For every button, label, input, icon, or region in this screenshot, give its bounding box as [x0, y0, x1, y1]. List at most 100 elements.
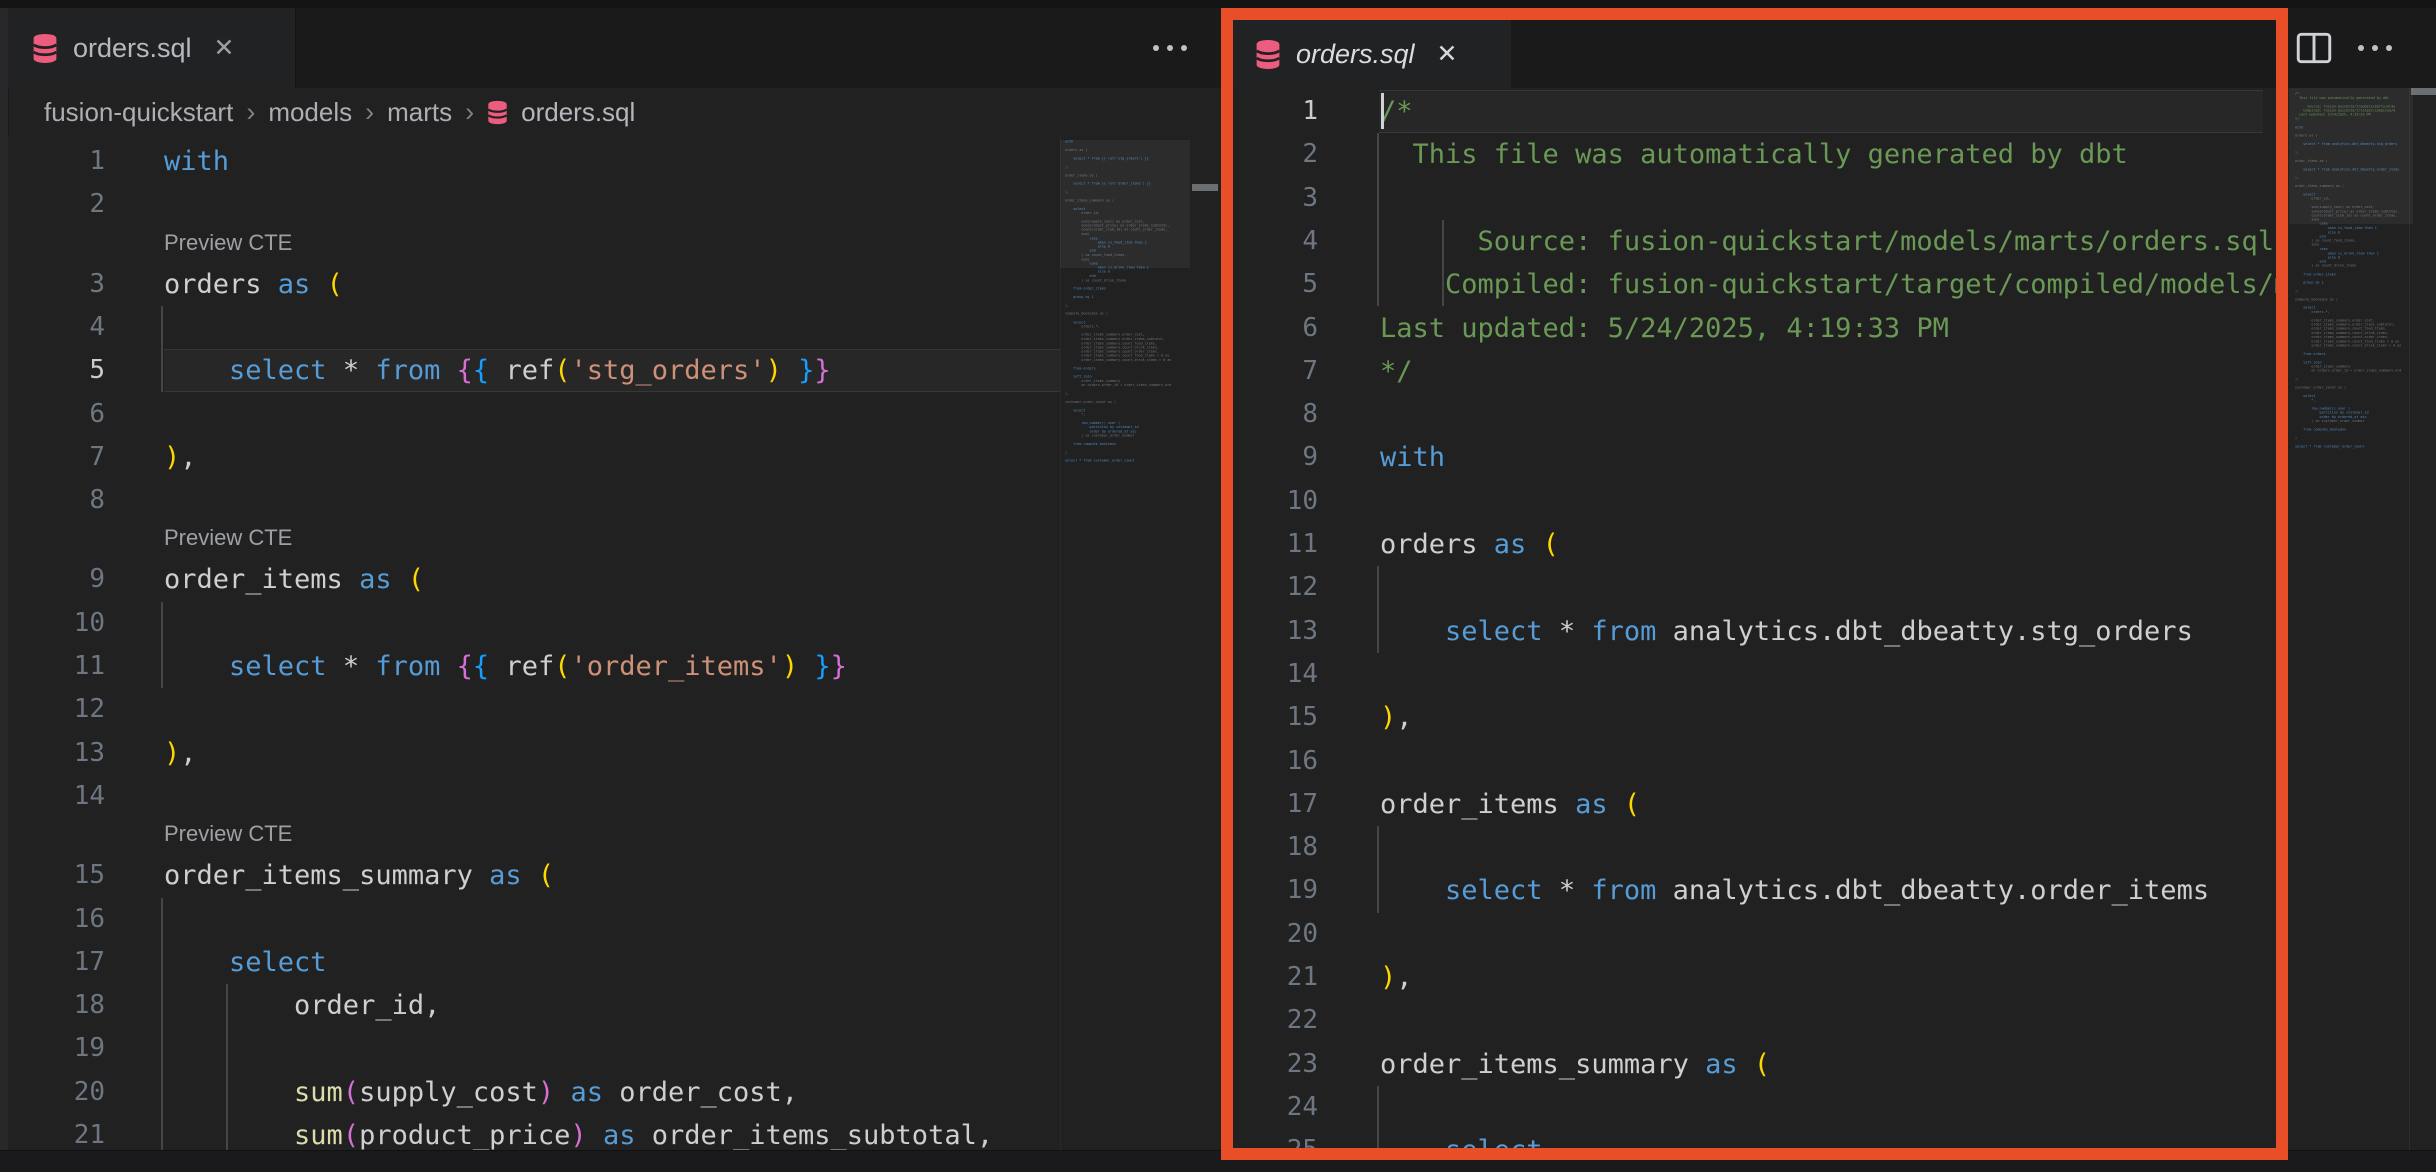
compiled-preview-editor[interactable]: 1/*2 This file was automatically generat… [1233, 88, 2276, 1148]
editor-row: 14 [8, 775, 1060, 818]
code-line[interactable]: This file was automatically generated by… [1380, 133, 2128, 176]
indent-guide [226, 984, 228, 1150]
line-number: 16 [8, 898, 105, 941]
code-line[interactable]: order_id, [164, 984, 440, 1027]
code-line[interactable]: orders as ( [164, 263, 343, 306]
line-number: 2 [8, 183, 105, 226]
indent-guide [1377, 133, 1379, 306]
tab-orders-sql-left[interactable]: orders.sql ✕ [8, 8, 296, 88]
line-number: 12 [1233, 566, 1318, 609]
database-file-icon [32, 33, 58, 64]
code-line[interactable]: select [164, 941, 327, 984]
line-number: 23 [1233, 1043, 1318, 1086]
editor-row: 18 [1233, 826, 2276, 869]
current-line-highlight [1379, 90, 2263, 133]
code-line[interactable]: */ [1380, 350, 1413, 393]
editor-row: 2 [8, 183, 1060, 226]
close-icon[interactable]: ✕ [214, 36, 235, 61]
line-number: 13 [8, 732, 105, 775]
line-number: 18 [1233, 826, 1318, 869]
editor-row: 14 [1233, 653, 2276, 696]
code-line[interactable]: with [1380, 436, 1445, 479]
code-line[interactable]: orders as ( [1380, 523, 1559, 566]
code-line[interactable]: order_items as ( [164, 558, 424, 601]
code-line[interactable]: sum(product_price) as order_items_subtot… [164, 1114, 993, 1150]
line-number: 10 [1233, 480, 1318, 523]
code-line[interactable]: select [1380, 1129, 1543, 1148]
code-line[interactable]: ), [1380, 696, 1413, 739]
window-bottom-edge [0, 1150, 2436, 1172]
code-line[interactable]: ), [164, 732, 197, 775]
code-line[interactable]: select * from analytics.dbt_dbeatty.stg_… [1380, 610, 2193, 653]
line-number: 4 [1233, 220, 1318, 263]
editor-row: 12 [1233, 566, 2276, 609]
code-line[interactable]: order_items_summary as ( [164, 854, 554, 897]
vscode-window: orders.sql ✕ fusion-quickstart › models … [0, 0, 2436, 1172]
editor-row: 11 select * from {{ ref('order_items') }… [8, 645, 1060, 688]
editor-row: 7), [8, 436, 1060, 479]
minimap-slider[interactable] [2289, 88, 2413, 224]
code-line[interactable]: order_items_summary as ( [1380, 1043, 1770, 1086]
minimap-left[interactable]: with orders as ( select * from {{ ref('s… [1060, 136, 1191, 1150]
more-actions-icon[interactable] [1153, 45, 1187, 51]
line-number: 7 [8, 436, 105, 479]
editor-row: 6 Last updated: 5/24/2025, 4:19:33 PM [1233, 307, 2276, 350]
codelens-preview-cte-link[interactable]: Preview CTE [164, 520, 292, 556]
line-number: 22 [1233, 999, 1318, 1042]
codelens-preview-cte-link[interactable]: Preview CTE [164, 816, 292, 852]
code-line[interactable]: ), [164, 436, 197, 479]
indent-guide [1442, 220, 1444, 307]
editor-row: 4 Source: fusion-quickstart/models/marts… [1233, 220, 2276, 263]
code-line[interactable]: select * from analytics.dbt_dbeatty.orde… [1380, 869, 2209, 912]
indent-guide [161, 602, 163, 689]
editor-row: 3 orders as ( [8, 263, 1060, 306]
line-number: 16 [1233, 740, 1318, 783]
breadcrumb-item-models[interactable]: models [268, 97, 352, 128]
editor-row: 21 sum(product_price) as order_items_sub… [8, 1114, 1060, 1150]
code-line[interactable]: select * from {{ ref('stg_orders') }} [164, 349, 831, 392]
line-number: 11 [8, 645, 105, 688]
line-number: 10 [8, 602, 105, 645]
database-file-icon [1255, 39, 1281, 70]
code-line[interactable]: order_items as ( [1380, 783, 1640, 826]
editor-row: 1with [8, 140, 1060, 183]
tab-orders-sql-preview[interactable]: orders.sql ✕ [1233, 20, 1511, 88]
minimap-slider[interactable] [1060, 140, 1190, 268]
line-number: 6 [1233, 307, 1318, 350]
editor-row: 24 [1233, 1086, 2276, 1129]
editor-row: 13 select * from analytics.dbt_dbeatty.s… [1233, 610, 2276, 653]
editor-row: 19 [8, 1027, 1060, 1070]
editor-actions-right [2296, 8, 2430, 88]
code-line[interactable]: /* [1380, 90, 1413, 133]
line-number: 15 [8, 854, 105, 897]
code-line[interactable]: Last updated: 5/24/2025, 4:19:33 PM [1380, 307, 1949, 350]
code-line[interactable]: with [164, 140, 229, 183]
split-editor-icon[interactable] [2296, 31, 2332, 65]
editor-row: 19 select * from analytics.dbt_dbeatty.o… [1233, 869, 2276, 912]
codelens-row: Preview CTE [8, 522, 1060, 558]
editor-row: 20 [1233, 913, 2276, 956]
minimap-right[interactable]: /* This file was automatically generated… [2291, 88, 2413, 1148]
breadcrumb-item-file[interactable]: orders.sql [521, 97, 635, 128]
code-line[interactable]: select * from {{ ref('order_items') }} [164, 645, 847, 688]
close-icon[interactable]: ✕ [1437, 42, 1458, 67]
code-line[interactable]: Compiled: fusion-quickstart/target/compi… [1380, 263, 2276, 306]
breadcrumb-item-marts[interactable]: marts [387, 97, 452, 128]
chevron-right-icon: › [246, 97, 255, 128]
tab-label: orders.sql [1296, 39, 1415, 70]
source-editor[interactable]: 1with2Preview CTE3orders as (45 select *… [8, 136, 1060, 1150]
breadcrumb-item-project[interactable]: fusion-quickstart [44, 97, 233, 128]
code-line[interactable]: Source: fusion-quickstart/models/marts/o… [1380, 220, 2274, 263]
more-actions-icon[interactable] [2358, 45, 2392, 51]
line-number: 3 [8, 263, 105, 306]
codelens-preview-cte-link[interactable]: Preview CTE [164, 225, 292, 261]
code-line[interactable]: ), [1380, 956, 1413, 999]
chevron-right-icon: › [465, 97, 474, 128]
line-number: 14 [8, 775, 105, 818]
line-number: 14 [1233, 653, 1318, 696]
code-line[interactable]: sum(supply_cost) as order_cost, [164, 1071, 798, 1114]
line-number: 8 [8, 479, 105, 522]
editor-actions-left[interactable] [1128, 8, 1212, 88]
editor-row: 9order_items as ( [8, 558, 1060, 601]
editor-row: 15), [1233, 696, 2276, 739]
